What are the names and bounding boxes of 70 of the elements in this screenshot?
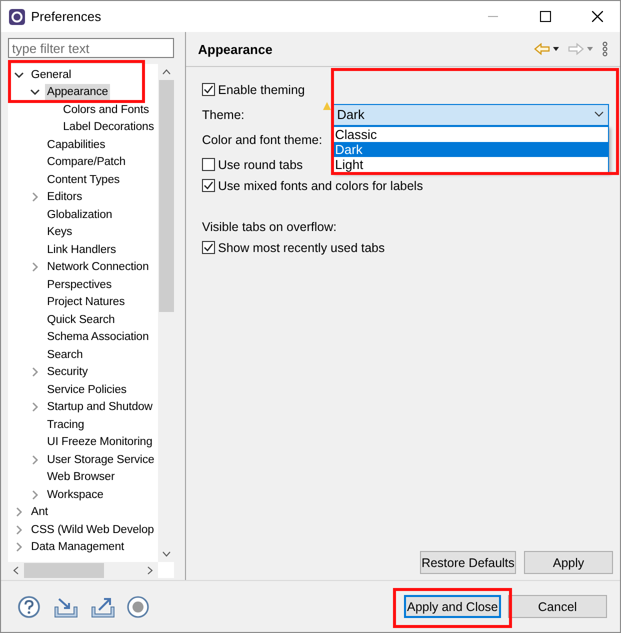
tree-item[interactable]: Colors and Fonts [61, 102, 151, 118]
theme-dropdown[interactable]: Dark [332, 104, 609, 126]
tree-item[interactable]: Tracing [45, 416, 86, 433]
checkbox-label: Use round tabs [218, 158, 303, 172]
field-label: Theme: [202, 108, 246, 122]
checkbox-label: Show most recently used tabs [218, 240, 385, 254]
help-icon[interactable] [17, 594, 41, 618]
cancel-button[interactable]: Cancel [508, 595, 607, 618]
checkbox[interactable] [202, 241, 215, 254]
tree-item[interactable]: General [29, 66, 74, 83]
chevron-right-icon[interactable] [30, 262, 40, 272]
tree-item[interactable]: Keys [45, 224, 74, 240]
tree-item[interactable]: Globalization [45, 206, 114, 223]
chevron-right-icon[interactable] [30, 367, 40, 378]
app-icon [9, 8, 25, 24]
chevron-right-icon[interactable] [30, 454, 40, 465]
tree-item[interactable]: Compare/Patch [45, 154, 128, 170]
section-label: Visible tabs on overflow: [202, 220, 337, 234]
tree-item[interactable]: Content Types [45, 172, 122, 188]
chevron-down-icon[interactable] [14, 70, 24, 80]
tree-item[interactable]: Data Management [29, 539, 126, 556]
dropdown-option[interactable]: Dark [333, 142, 608, 157]
tree-item[interactable]: Search [45, 346, 85, 363]
chevron-right-icon[interactable] [14, 507, 24, 518]
apply-and-close-button[interactable]: Apply and Close [404, 595, 501, 618]
tree-item[interactable]: Perspectives [45, 276, 114, 293]
tree-item[interactable]: Editors [45, 189, 84, 206]
checkbox[interactable] [202, 179, 215, 192]
chevron-right-icon[interactable] [30, 192, 40, 202]
tree-item[interactable]: Link Handlers [45, 242, 118, 258]
tree-item[interactable]: Capabilities [45, 136, 108, 153]
dropdown-option[interactable]: Classic [333, 127, 608, 142]
tree-item[interactable]: CSS (Wild Web Develop [29, 522, 156, 538]
tree-item[interactable]: Label Decorations [61, 119, 156, 136]
checkbox[interactable] [202, 158, 215, 171]
tree-item[interactable]: Ant [29, 504, 50, 520]
tree-item[interactable]: UI Freeze Monitoring [45, 434, 154, 450]
record-icon[interactable] [126, 594, 150, 618]
apply-button[interactable]: Apply [524, 551, 613, 574]
tree-item[interactable]: Schema Association [45, 329, 151, 346]
chevron-down-icon [594, 111, 604, 118]
minimize-icon[interactable] [488, 16, 498, 18]
chevron-right-icon[interactable] [30, 490, 40, 500]
tree-item[interactable]: Network Connection [45, 259, 151, 276]
chevron-right-icon[interactable] [14, 542, 24, 552]
tree-item[interactable]: Service Policies [45, 382, 129, 398]
tree-item[interactable]: Security [45, 364, 90, 380]
restore-defaults-button[interactable]: Restore Defaults [420, 551, 516, 574]
chevron-right-icon[interactable] [30, 402, 40, 412]
tree-item[interactable]: Quick Search [45, 312, 117, 328]
close-icon[interactable] [592, 11, 602, 22]
page-title: Appearance [198, 42, 274, 56]
filter-field[interactable]: type filter text [8, 38, 174, 58]
window-title: Preferences [31, 9, 102, 24]
tree-item[interactable]: Startup and Shutdow [45, 399, 155, 416]
tree-item[interactable]: Project Natures [45, 294, 127, 310]
field-label: Color and font theme: [202, 132, 322, 146]
tree-item[interactable]: Web Browser [45, 469, 117, 486]
tree-item[interactable]: Workspace [45, 486, 106, 503]
chevron-down-icon[interactable] [30, 87, 40, 98]
dropdown-option[interactable]: Light [333, 157, 608, 172]
maximize-icon[interactable] [540, 11, 550, 22]
tree-item[interactable]: Appearance [45, 84, 110, 100]
horizontal-scrollbar[interactable] [8, 562, 158, 578]
tree-item[interactable]: User Storage Service [45, 452, 156, 468]
more-icon[interactable] [600, 41, 610, 57]
checkbox-label: Use mixed fonts and colors for labels [218, 178, 423, 192]
checkbox-label: Enable theming [218, 82, 305, 96]
checkbox[interactable] [202, 83, 215, 96]
chevron-right-icon[interactable] [14, 524, 24, 535]
